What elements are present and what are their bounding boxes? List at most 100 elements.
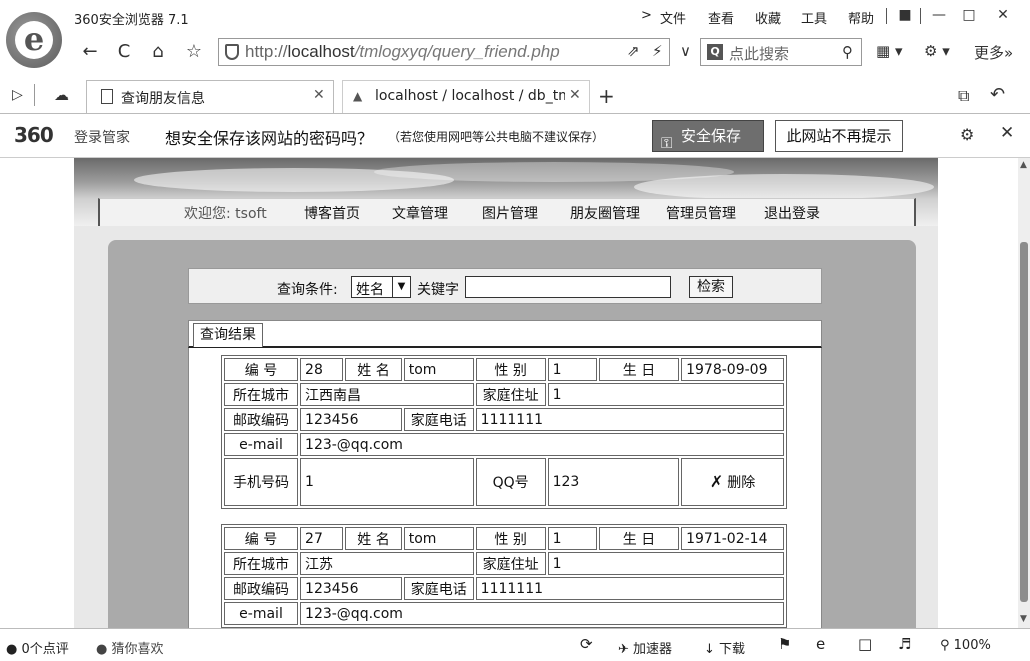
- address-bar[interactable]: http://localhost/tmlogxyq/query_friend.p…: [218, 38, 670, 66]
- back-button[interactable]: ←: [78, 40, 102, 64]
- menu-help[interactable]: 帮助: [848, 8, 874, 27]
- undo-close-icon[interactable]: ↶: [990, 84, 1005, 105]
- home-button[interactable]: ⌂: [146, 40, 170, 64]
- search-engine-icon[interactable]: Q: [707, 44, 723, 60]
- page-scrollbar[interactable]: ▲ ▼: [1018, 158, 1030, 628]
- minimize-button[interactable]: —: [928, 4, 950, 26]
- document-icon: [101, 89, 113, 104]
- url-path: /tmlogxyq/query_friend.php: [354, 42, 560, 61]
- value-address: 1: [547, 383, 784, 406]
- menu-file[interactable]: 文件: [660, 8, 686, 27]
- keyword-input[interactable]: [465, 276, 671, 298]
- search-icon[interactable]: ⚲: [842, 43, 853, 61]
- skin-icon[interactable]: ■: [894, 4, 916, 26]
- search-input[interactable]: 点此搜索: [729, 43, 789, 64]
- label-postcode: 邮政编码: [224, 577, 299, 600]
- web-page: 欢迎您: tsoft 博客首页 文章管理 图片管理 朋友圈管理 管理员管理 退出…: [0, 158, 1018, 628]
- friend-record: 编 号 28 姓 名 tom 性 别 1 生 日 1978-09-09 所在城市…: [221, 355, 787, 509]
- tab-query-result[interactable]: 查询结果: [193, 323, 263, 347]
- delete-button[interactable]: ✗ 删除: [681, 458, 784, 506]
- more-menu[interactable]: 更多»: [974, 42, 1013, 63]
- menu-view[interactable]: 查看: [708, 8, 734, 27]
- ie-mode-icon[interactable]: e: [816, 635, 825, 653]
- menu-favorites[interactable]: 收藏: [755, 8, 781, 27]
- select-value: 姓名: [356, 282, 384, 298]
- label-sex: 性 别: [475, 358, 546, 381]
- query-field-select[interactable]: 姓名 ▼: [351, 276, 411, 298]
- delete-x-icon: ✗: [709, 472, 724, 491]
- refresh-status-icon[interactable]: ⟳: [580, 635, 593, 653]
- query-form: 查询条件: 姓名 ▼ 关键字 检索: [188, 268, 822, 304]
- label-postcode: 邮政编码: [224, 408, 299, 431]
- save-password-label: 安全保存: [681, 127, 742, 145]
- scroll-down-icon[interactable]: ▼: [1020, 614, 1027, 624]
- label-address: 家庭住址: [475, 552, 546, 575]
- new-tab-button[interactable]: +: [598, 84, 615, 108]
- label-birthday: 生 日: [598, 527, 680, 550]
- scroll-thumb[interactable]: [1020, 242, 1028, 602]
- lightning-icon[interactable]: ⚡: [652, 42, 663, 60]
- save-password-button[interactable]: ⚿ 安全保存: [652, 120, 764, 152]
- tab-phpmyadmin[interactable]: ▲ localhost / localhost / db_tm ✕: [342, 80, 590, 113]
- value-phone: 1111111: [475, 408, 784, 431]
- refresh-button[interactable]: C: [112, 40, 136, 64]
- cloud-icon[interactable]: ☁: [54, 86, 69, 104]
- label-email: e-mail: [224, 433, 299, 456]
- guess-you-like[interactable]: ● 猜你喜欢: [96, 638, 164, 657]
- tab-query-friend[interactable]: 查询朋友信息 ✕: [86, 80, 334, 113]
- value-name: tom: [403, 527, 474, 550]
- nav-logout[interactable]: 退出登录: [764, 203, 820, 223]
- chevron-down-icon[interactable]: ▼: [392, 277, 410, 297]
- value-email: 123-@qq.com: [300, 602, 784, 625]
- browser-logo-icon[interactable]: e: [6, 12, 62, 68]
- label-email: e-mail: [224, 602, 299, 625]
- accelerator-button[interactable]: ✈ 加速器: [618, 638, 672, 657]
- favorite-star-icon[interactable]: ☆: [182, 40, 206, 64]
- restore-tabs-icon[interactable]: ⧉: [958, 86, 969, 106]
- maximize-button[interactable]: □: [958, 4, 980, 26]
- key-icon: ⚿: [661, 134, 673, 152]
- value-postcode: 123456: [300, 577, 402, 600]
- never-prompt-button[interactable]: 此网站不再提示: [775, 120, 903, 152]
- nav-article-manage[interactable]: 文章管理: [392, 203, 448, 223]
- guess-label: 猜你喜欢: [111, 642, 164, 657]
- label-qq: QQ号: [475, 458, 546, 506]
- nav-admin-manage[interactable]: 管理员管理: [666, 203, 736, 223]
- scroll-up-icon[interactable]: ▲: [1020, 160, 1027, 170]
- close-icon[interactable]: ✕: [1000, 123, 1014, 143]
- comments-status[interactable]: ● 0个点评: [6, 638, 69, 657]
- volume-icon[interactable]: ♬: [898, 635, 911, 653]
- menu-arrow-icon[interactable]: >: [641, 8, 652, 23]
- value-email: 123-@qq.com: [300, 433, 784, 456]
- apps-grid-icon[interactable]: ▦ ▾: [876, 42, 902, 60]
- chevron-down-icon[interactable]: ∨: [680, 42, 691, 60]
- gear-icon[interactable]: ⚙: [960, 125, 974, 144]
- download-button[interactable]: ↓ 下载: [704, 638, 745, 657]
- result-tab-bar: 查询结果: [188, 320, 822, 348]
- search-button[interactable]: 检索: [689, 276, 733, 298]
- nav-friends-manage[interactable]: 朋友圈管理: [570, 203, 640, 223]
- nav-picture-manage[interactable]: 图片管理: [482, 203, 538, 223]
- security-icon[interactable]: ⚙ ▾: [924, 42, 950, 60]
- window-icon[interactable]: □: [858, 635, 872, 653]
- nav-blog-home[interactable]: 博客首页: [304, 203, 360, 223]
- zoom-control[interactable]: ⚲ 100%: [940, 638, 991, 653]
- value-name: tom: [403, 358, 474, 381]
- menu-tools[interactable]: 工具: [801, 8, 827, 27]
- search-box[interactable]: Q 点此搜索 ⚲: [700, 38, 862, 66]
- share-icon[interactable]: ⇗: [627, 42, 640, 60]
- label-city: 所在城市: [224, 552, 299, 575]
- value-address: 1: [547, 552, 784, 575]
- sidebar-toggle-icon[interactable]: ▷: [12, 87, 23, 103]
- label-phone: 家庭电话: [403, 577, 474, 600]
- close-window-button[interactable]: ✕: [992, 4, 1014, 26]
- label-name: 姓 名: [345, 527, 402, 550]
- flag-icon[interactable]: ⚑: [778, 635, 791, 653]
- label-city: 所在城市: [224, 383, 299, 406]
- save-password-note: （若您使用网吧等公共电脑不建议保存）: [388, 130, 605, 144]
- close-tab-icon[interactable]: ✕: [569, 87, 581, 103]
- value-city: 江西南昌: [300, 383, 474, 406]
- save-password-question: 想安全保存该网站的密码吗？: [165, 129, 374, 148]
- value-id: 28: [300, 358, 344, 381]
- close-tab-icon[interactable]: ✕: [313, 87, 325, 103]
